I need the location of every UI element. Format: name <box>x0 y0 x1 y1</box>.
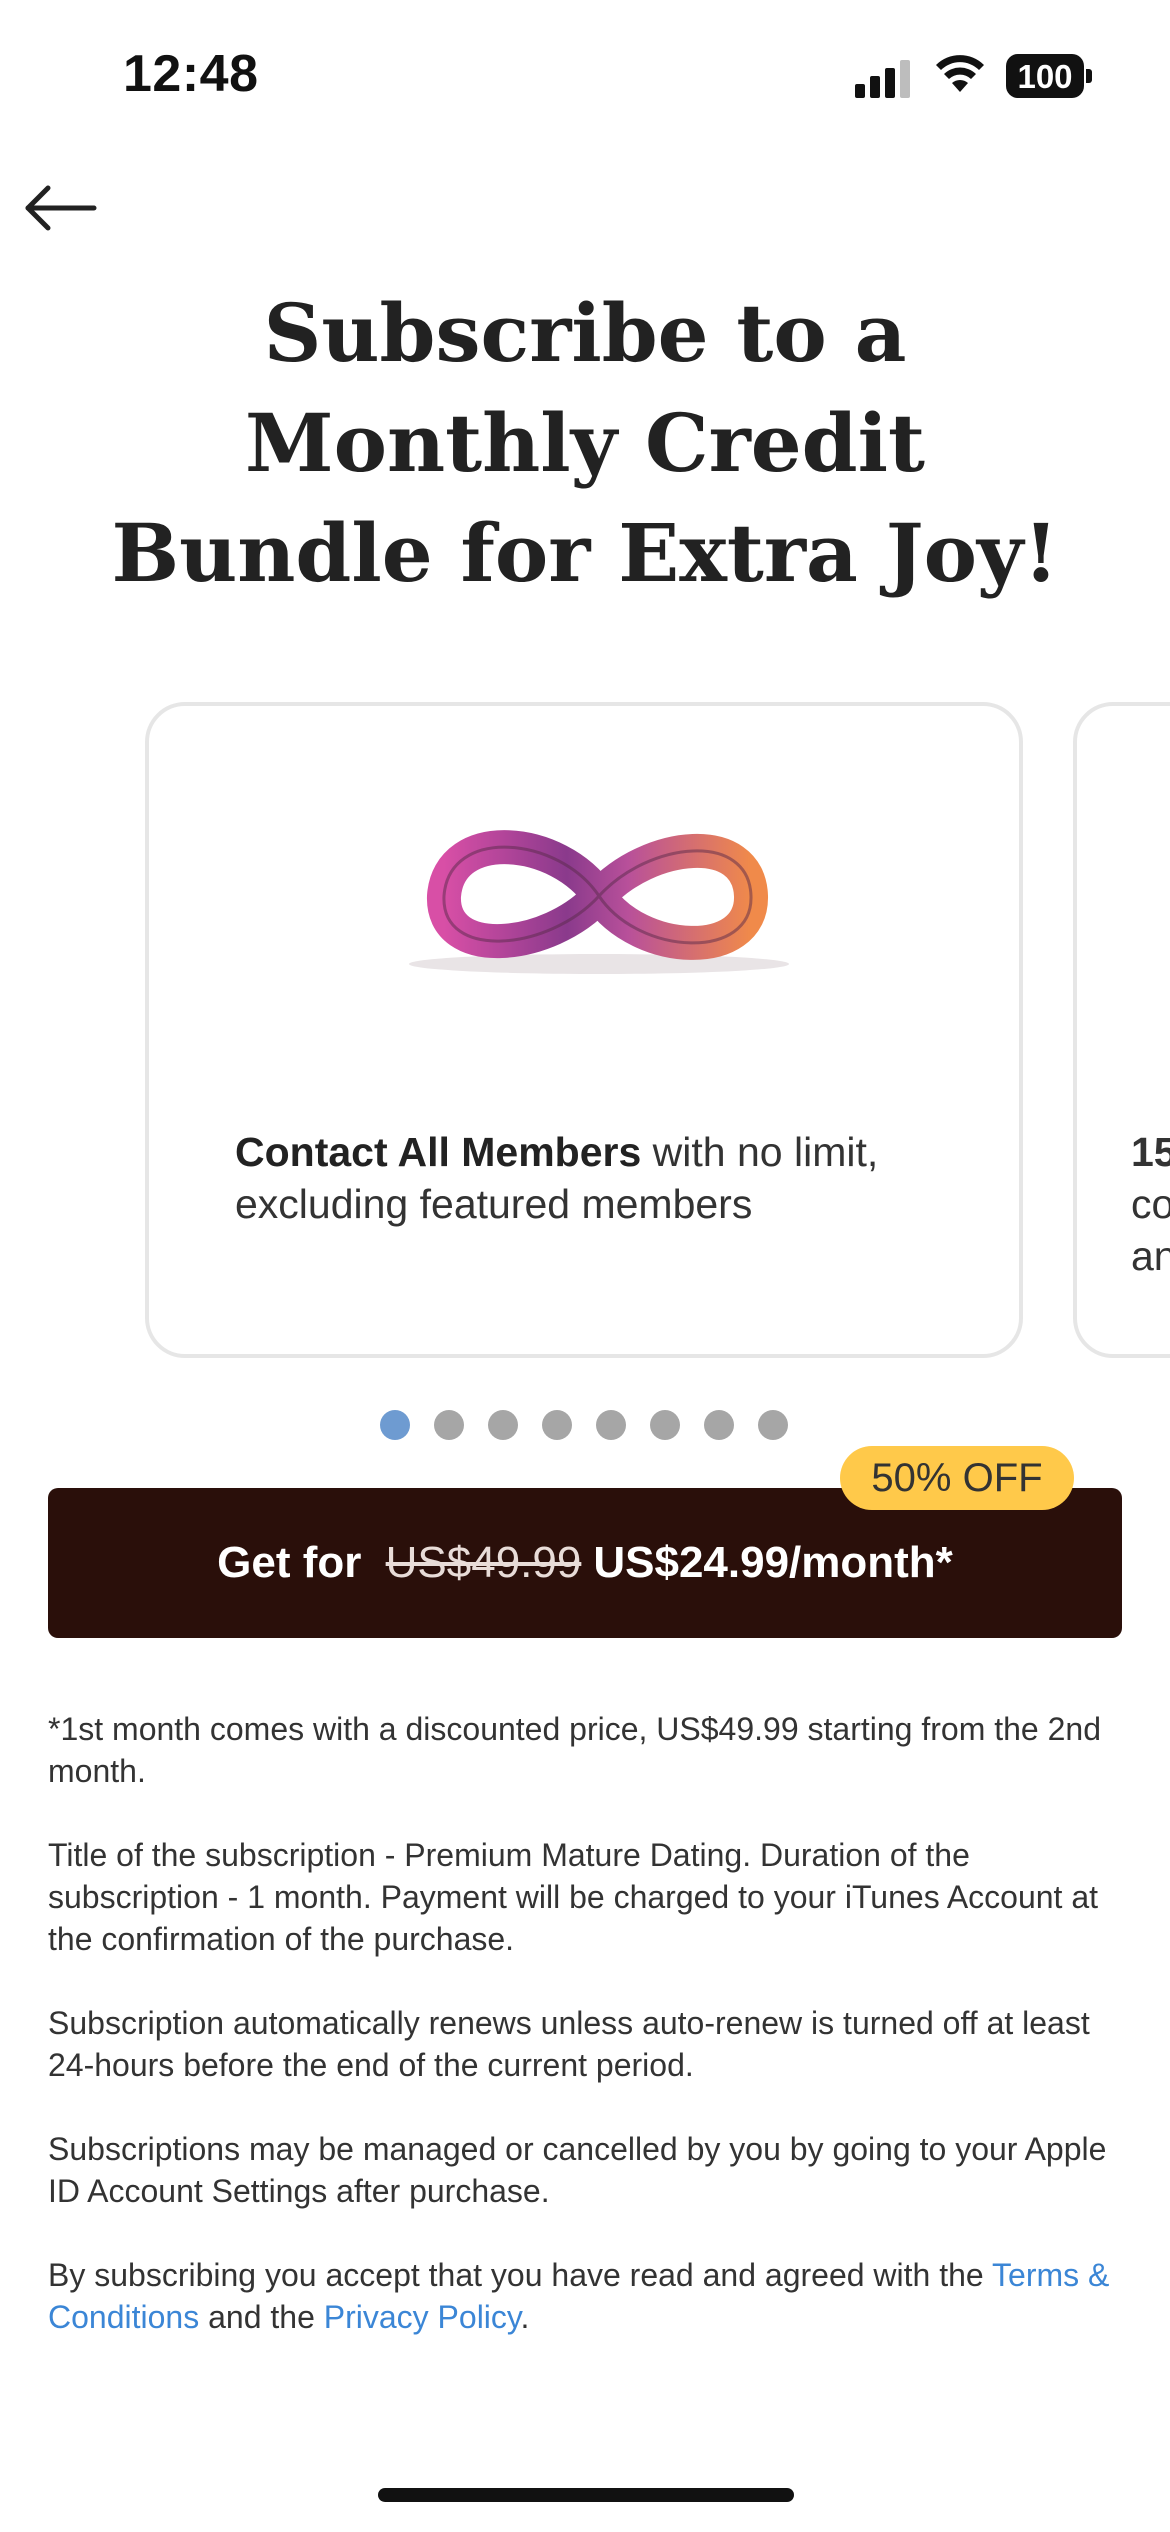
cta-prefix: Get for <box>217 1538 362 1587</box>
legal-paragraph: Subscriptions may be managed or cancelle… <box>48 2131 1107 2209</box>
privacy-link[interactable]: Privacy Policy <box>324 2299 521 2335</box>
carousel-pagination <box>380 1410 788 1440</box>
feature-carousel[interactable]: Contact All Members with no limit, exclu… <box>0 700 1170 1365</box>
wifi-icon <box>936 55 984 92</box>
legal-text: . <box>520 2299 530 2335</box>
card-highlight: Contact All Members <box>235 1129 642 1175</box>
pagination-dot[interactable] <box>704 1410 734 1440</box>
legal-paragraph-links: By subscribing you accept that you have … <box>48 2254 1128 2338</box>
legal-paragraph: Title of the subscription - Premium Matu… <box>48 1837 1099 1957</box>
pagination-dot[interactable] <box>758 1410 788 1440</box>
legal-paragraph: Subscription automatically renews unless… <box>48 2005 1090 2083</box>
legal-text: and the <box>199 2299 324 2335</box>
home-indicator[interactable] <box>378 2488 794 2502</box>
pagination-dot[interactable] <box>434 1410 464 1440</box>
original-price: US$49.99 <box>385 1538 582 1587</box>
back-button[interactable] <box>22 180 102 240</box>
pagination-dot[interactable] <box>596 1410 626 1440</box>
pagination-dot[interactable] <box>542 1410 572 1440</box>
peek-line: an <box>1131 1233 1170 1279</box>
peek-line: 15 <box>1131 1129 1170 1175</box>
legal-paragraph: *1st month comes with a discounted price… <box>48 1711 1101 1789</box>
feature-card-next[interactable]: 15 co an <box>1073 702 1170 1358</box>
peek-line: co <box>1131 1181 1170 1227</box>
card-description: Contact All Members with no limit, exclu… <box>235 1126 955 1230</box>
page-title: Subscribe to a Monthly Credit Bundle for… <box>111 286 1059 600</box>
arrow-left-icon <box>25 185 97 231</box>
legal-text: By subscribing you accept that you have … <box>48 2257 993 2293</box>
legal-disclaimer: *1st month comes with a discounted price… <box>48 1708 1128 2380</box>
status-time: 12:48 <box>123 45 259 103</box>
status-bar: 12:48 100 <box>0 0 1170 150</box>
discounted-price: US$24.99/month* <box>593 1538 953 1587</box>
discount-badge: 50% OFF <box>840 1446 1074 1510</box>
pagination-dot[interactable] <box>650 1410 680 1440</box>
battery-icon: 100 <box>1006 54 1092 98</box>
subscribe-button[interactable]: Get for US$49.99 US$24.99/month* <box>48 1488 1122 1638</box>
subscribe-button-label: Get for US$49.99 US$24.99/month* <box>217 1538 953 1588</box>
cellular-signal-icon <box>855 60 910 98</box>
battery-level: 100 <box>1017 58 1073 95</box>
pagination-dot-active[interactable] <box>380 1410 410 1440</box>
feature-card[interactable]: Contact All Members with no limit, exclu… <box>145 702 1023 1358</box>
infinity-icon <box>409 830 789 974</box>
pagination-dot[interactable] <box>488 1410 518 1440</box>
card-peek-text: 15 co an <box>1131 1126 1170 1282</box>
